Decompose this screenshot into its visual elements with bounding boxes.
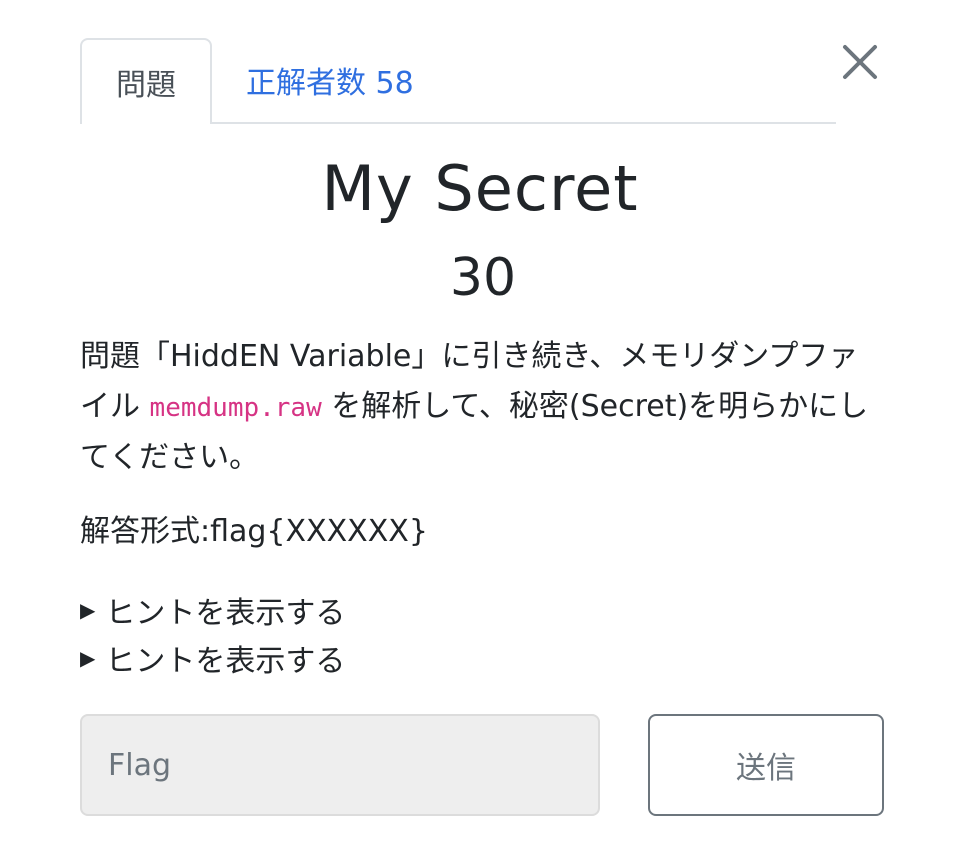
hint-label: ヒントを表示する <box>105 644 346 679</box>
submit-button[interactable]: 送信 <box>648 714 884 816</box>
close-icon[interactable] <box>838 40 882 84</box>
challenge-points: 30 <box>449 248 517 308</box>
hint-toggle[interactable]: ▶ ヒントを表示する <box>80 588 345 632</box>
tab-bar: 問題 正解者数 58 <box>80 38 836 124</box>
challenge-description: 問題「HiddEN Variable」に引き続き、メモリダンプファイル memd… <box>80 332 880 483</box>
challenge-title: My Secret <box>321 152 639 225</box>
filename-code: memdump.raw <box>149 393 322 423</box>
hint-toggle[interactable]: ▶ ヒントを表示する <box>80 636 345 680</box>
tab-problem[interactable]: 問題 <box>80 38 212 124</box>
triangle-right-icon: ▶ <box>80 646 96 670</box>
tab-solvers[interactable]: 正解者数 58 <box>230 38 430 122</box>
triangle-right-icon: ▶ <box>80 598 96 622</box>
hint-label: ヒントを表示する <box>105 596 346 631</box>
answer-format: 解答形式:flag{XXXXXX} <box>80 514 428 549</box>
flag-input[interactable] <box>80 714 600 816</box>
